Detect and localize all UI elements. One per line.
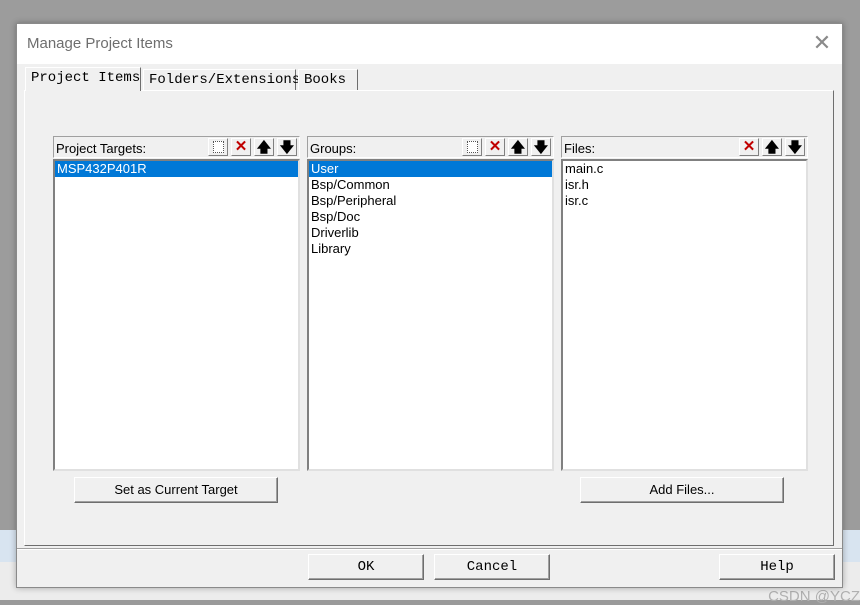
delete-target-icon[interactable]: ✕ — [231, 138, 251, 156]
title-bar: Manage Project Items ✕ — [17, 24, 842, 64]
list-item[interactable]: main.c — [563, 161, 806, 177]
delete-group-icon[interactable]: ✕ — [485, 138, 505, 156]
groups-toolbar: ✕ 🡅 🡇 — [459, 138, 551, 156]
tab-books[interactable]: Books — [298, 69, 358, 90]
list-item[interactable]: User — [309, 161, 552, 177]
project-targets-label: Project Targets: — [56, 141, 147, 156]
window-title: Manage Project Items — [27, 35, 173, 52]
move-up-target-icon[interactable]: 🡅 — [254, 138, 274, 156]
new-group-icon[interactable] — [462, 138, 482, 156]
cancel-button[interactable]: Cancel — [434, 554, 550, 580]
manage-project-items-dialog: Manage Project Items ✕ Project Items Fol… — [16, 23, 843, 588]
project-targets-header: Project Targets: ✕ 🡅 🡇 — [53, 136, 300, 158]
list-item[interactable]: Bsp/Common — [309, 177, 552, 193]
groups-label: Groups: — [310, 141, 357, 156]
files-list[interactable]: main.c isr.h isr.c — [561, 159, 808, 471]
move-up-group-icon[interactable]: 🡅 — [508, 138, 528, 156]
list-item[interactable]: isr.h — [563, 177, 806, 193]
footer-separator — [17, 548, 842, 550]
move-down-target-icon[interactable]: 🡇 — [277, 138, 297, 156]
list-item[interactable]: Bsp/Peripheral — [309, 193, 552, 209]
files-toolbar: ✕ 🡅 🡇 — [736, 138, 805, 156]
project-targets-toolbar: ✕ 🡅 🡇 — [205, 138, 297, 156]
set-as-current-target-button[interactable]: Set as Current Target — [74, 477, 278, 503]
delete-file-icon[interactable]: ✕ — [739, 138, 759, 156]
project-targets-list[interactable]: MSP432P401R — [53, 159, 300, 471]
list-item[interactable]: Bsp/Doc — [309, 209, 552, 225]
new-target-icon[interactable] — [208, 138, 228, 156]
help-button[interactable]: Help — [719, 554, 835, 580]
close-icon[interactable]: ✕ — [810, 32, 834, 56]
watermark: CSDN @YCZ — [768, 588, 860, 605]
list-item[interactable]: Driverlib — [309, 225, 552, 241]
files-header: Files: ✕ 🡅 🡇 — [561, 136, 808, 158]
tab-folders-extensions[interactable]: Folders/Extensions — [143, 69, 300, 90]
add-files-button[interactable]: Add Files... — [580, 477, 784, 503]
list-item[interactable]: MSP432P401R — [55, 161, 298, 177]
groups-header: Groups: ✕ 🡅 🡇 — [307, 136, 554, 158]
move-down-group-icon[interactable]: 🡇 — [531, 138, 551, 156]
files-label: Files: — [564, 141, 596, 156]
list-item[interactable]: isr.c — [563, 193, 806, 209]
move-up-file-icon[interactable]: 🡅 — [762, 138, 782, 156]
list-item[interactable]: Library — [309, 241, 552, 257]
move-down-file-icon[interactable]: 🡇 — [785, 138, 805, 156]
tab-project-items[interactable]: Project Items — [25, 67, 141, 91]
ok-button[interactable]: OK — [308, 554, 424, 580]
project-items-panel: Project Targets: ✕ 🡅 🡇 MSP432P401R Group… — [24, 90, 834, 546]
groups-list[interactable]: User Bsp/Common Bsp/Peripheral Bsp/Doc D… — [307, 159, 554, 471]
